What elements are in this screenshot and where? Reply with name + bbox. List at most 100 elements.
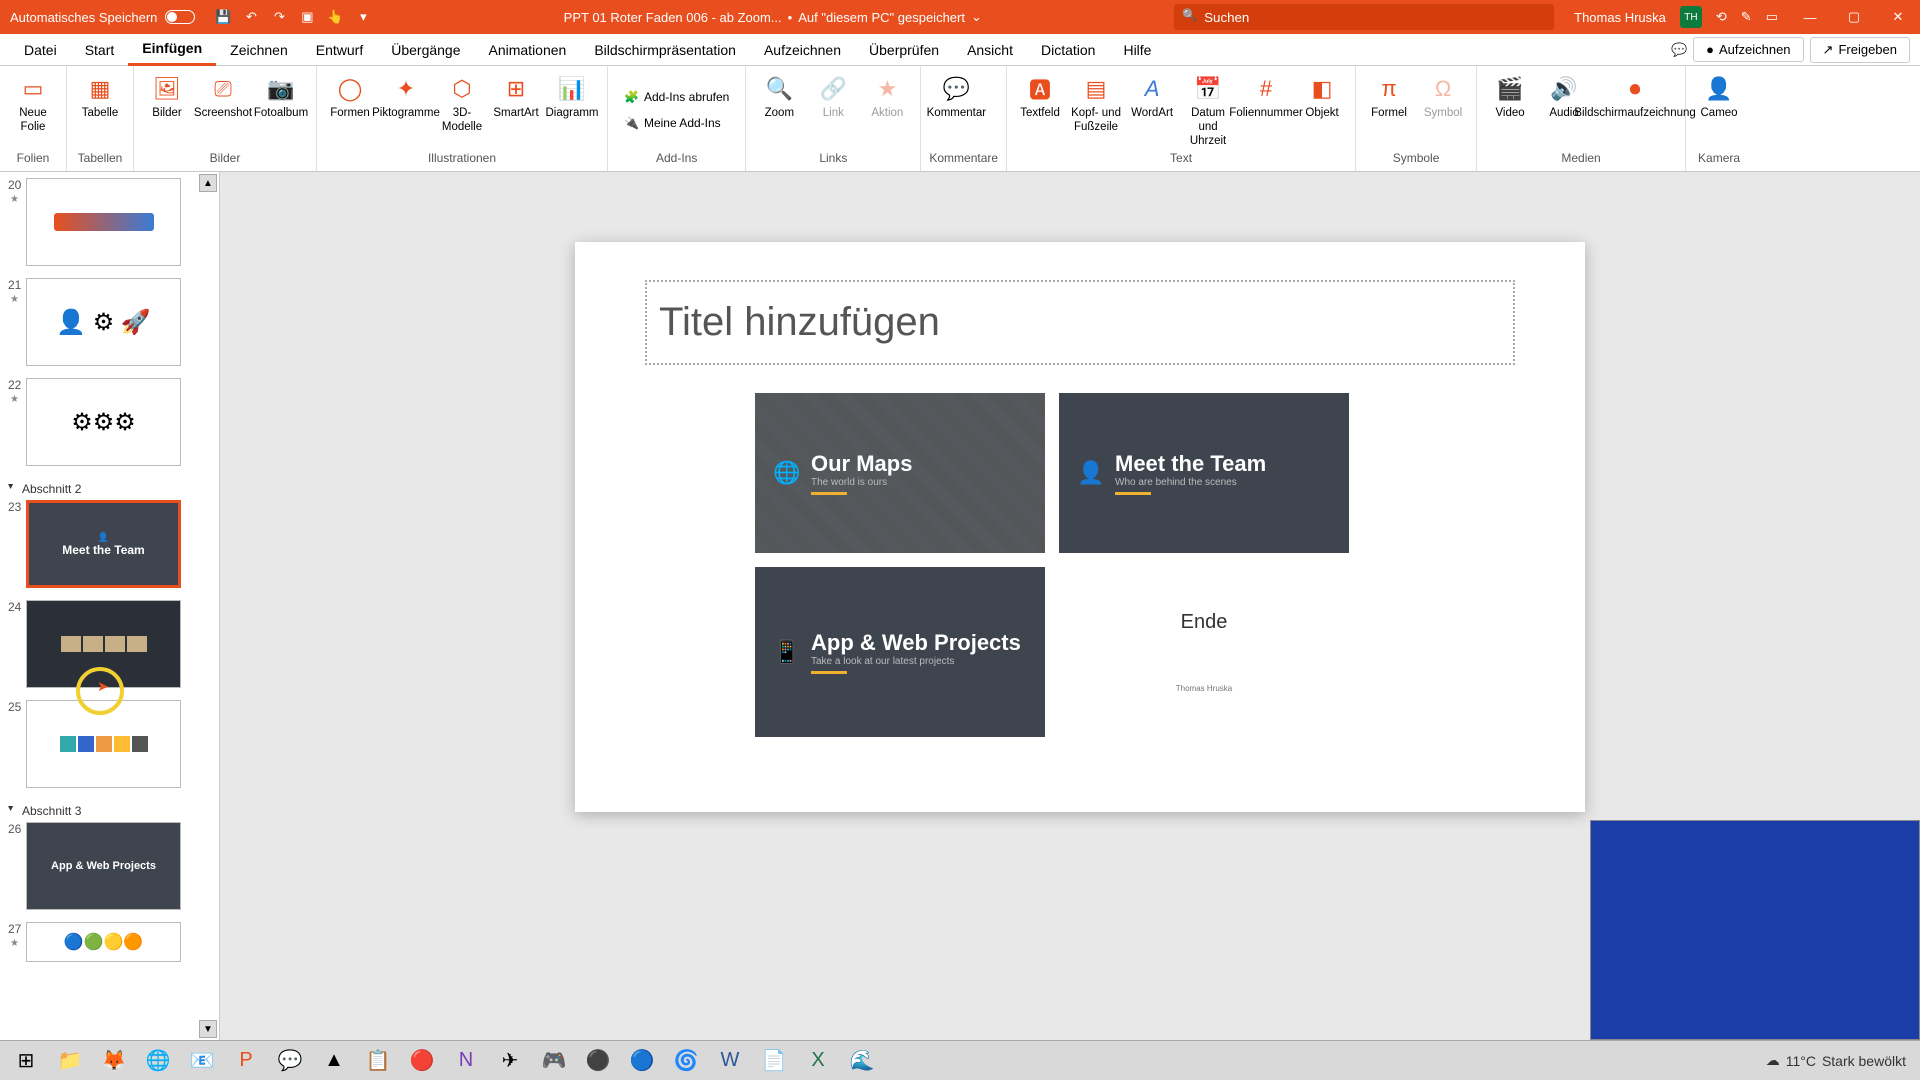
comments-icon[interactable]: 💬	[1671, 42, 1687, 58]
datetime-button[interactable]: 📅Datum und Uhrzeit	[1181, 70, 1235, 148]
video-button[interactable]: 🎬Video	[1485, 70, 1535, 121]
photoalbum-button[interactable]: 📷Fotoalbum	[254, 70, 308, 121]
card-our-maps[interactable]: 🌐 Our Maps The world is ours	[755, 393, 1045, 553]
screenshot-button[interactable]: ⎚Screenshot	[196, 70, 250, 121]
thumbnail-panel[interactable]: ▲ 20★ 21★ 👤 ⚙ 🚀 22★ ⚙⚙⚙ Abschnitt 2 23 👤…	[0, 172, 220, 1040]
slide-thumb-21[interactable]: 21★ 👤 ⚙ 🚀	[8, 278, 211, 366]
icons-button[interactable]: ✦Piktogramme	[379, 70, 433, 121]
tab-ueberpruefen[interactable]: Überprüfen	[855, 34, 953, 66]
record-button[interactable]: ● Aufzeichnen	[1693, 37, 1803, 62]
scroll-down-button[interactable]: ▼	[199, 1020, 217, 1038]
chart-button[interactable]: 📊Diagramm	[545, 70, 599, 121]
smartart-button[interactable]: ⊞SmartArt	[491, 70, 541, 121]
explorer-icon[interactable]: 📁	[50, 1043, 90, 1079]
app-icon-5[interactable]: 🔵	[622, 1043, 662, 1079]
tab-animationen[interactable]: Animationen	[475, 34, 581, 66]
present-from-start-icon[interactable]: ▣	[294, 4, 320, 30]
window-mode-icon[interactable]: ▭	[1766, 9, 1778, 25]
link-button[interactable]: 🔗Link	[808, 70, 858, 121]
telegram-icon[interactable]: ✈	[490, 1043, 530, 1079]
pictures-button[interactable]: 🖼Bilder	[142, 70, 192, 121]
tab-hilfe[interactable]: Hilfe	[1109, 34, 1165, 66]
tab-dictation[interactable]: Dictation	[1027, 34, 1109, 66]
undo-icon[interactable]: ↶	[238, 4, 264, 30]
qa-dropdown-icon[interactable]: ▾	[350, 4, 376, 30]
card-meet-team[interactable]: 👤 Meet the Team Who are behind the scene…	[1059, 393, 1349, 553]
obs-icon[interactable]: ⚫	[578, 1043, 618, 1079]
tab-zeichnen[interactable]: Zeichnen	[216, 34, 302, 66]
header-footer-button[interactable]: ▤Kopf- und Fußzeile	[1069, 70, 1123, 135]
save-icon[interactable]: 💾	[210, 4, 236, 30]
object-button[interactable]: ◧Objekt	[1297, 70, 1347, 121]
edge-icon[interactable]: 🌊	[842, 1043, 882, 1079]
onenote-icon[interactable]: N	[446, 1043, 486, 1079]
chrome-icon[interactable]: 🌐	[138, 1043, 178, 1079]
tab-ansicht[interactable]: Ansicht	[953, 34, 1027, 66]
card-ende[interactable]: Ende Thomas Hruska	[1059, 567, 1349, 737]
textbox-button[interactable]: 🅰Textfeld	[1015, 70, 1065, 121]
firefox-icon[interactable]: 🦊	[94, 1043, 134, 1079]
word-icon[interactable]: W	[710, 1043, 750, 1079]
close-button[interactable]: ✕	[1876, 0, 1920, 34]
slide-thumb-22[interactable]: 22★ ⚙⚙⚙	[8, 378, 211, 466]
slide-thumb-25[interactable]: 25	[8, 700, 211, 788]
person-icon: 👤	[1077, 460, 1104, 486]
zoom-button[interactable]: 🔍Zoom	[754, 70, 804, 121]
equation-button[interactable]: πFormel	[1364, 70, 1414, 121]
autosave-toggle[interactable]: Automatisches Speichern	[0, 10, 205, 25]
card-app-web[interactable]: 📱 App & Web Projects Take a look at our …	[755, 567, 1045, 737]
tab-start[interactable]: Start	[71, 34, 129, 66]
title-placeholder[interactable]: Titel hinzufügen	[645, 280, 1515, 365]
slide-thumb-23[interactable]: 23 👤Meet the Team	[8, 500, 211, 588]
search-input[interactable]	[1174, 4, 1554, 30]
wordart-button[interactable]: AWordArt	[1127, 70, 1177, 121]
app-icon-2[interactable]: 📋	[358, 1043, 398, 1079]
section-header-2[interactable]: Abschnitt 2	[8, 478, 211, 500]
tab-einfuegen[interactable]: Einfügen	[128, 34, 216, 66]
comment-button[interactable]: 💬Kommentar	[929, 70, 983, 121]
slide-thumb-26[interactable]: 26 App & Web Projects	[8, 822, 211, 910]
chevron-down-icon[interactable]: ⌄	[971, 9, 982, 25]
tab-bildschirmpraesentation[interactable]: Bildschirmpräsentation	[580, 34, 750, 66]
screenrec-button[interactable]: ⏺Bildschirmaufzeichnung	[1593, 70, 1677, 121]
powerpoint-icon[interactable]: P	[226, 1043, 266, 1079]
my-addins-button[interactable]: 🔌Meine Add-Ins	[616, 113, 729, 133]
user-badge[interactable]: TH	[1680, 6, 1702, 28]
outlook-icon[interactable]: 📧	[182, 1043, 222, 1079]
3d-models-button[interactable]: ⬡3D-Modelle	[437, 70, 487, 135]
weather-widget[interactable]: ☁ 11°C Stark bewölkt	[1766, 1052, 1914, 1069]
maximize-button[interactable]: ▢	[1832, 0, 1876, 34]
pen-icon[interactable]: ✎	[1741, 9, 1752, 25]
table-button[interactable]: ▦Tabelle	[75, 70, 125, 121]
symbol-button[interactable]: ΩSymbol	[1418, 70, 1468, 121]
share-button[interactable]: ↗ Freigeben	[1810, 37, 1910, 63]
action-button[interactable]: ★Aktion	[862, 70, 912, 121]
slide-thumb-24[interactable]: 24	[8, 600, 211, 688]
toggle-switch[interactable]	[165, 10, 195, 24]
tab-uebergaenge[interactable]: Übergänge	[377, 34, 474, 66]
get-addins-button[interactable]: 🧩Add-Ins abrufen	[616, 87, 737, 107]
tab-aufzeichnen[interactable]: Aufzeichnen	[750, 34, 855, 66]
app-icon-6[interactable]: 🌀	[666, 1043, 706, 1079]
app-icon-4[interactable]: 🎮	[534, 1043, 574, 1079]
excel-icon[interactable]: X	[798, 1043, 838, 1079]
redo-icon[interactable]: ↷	[266, 4, 292, 30]
sync-icon[interactable]: ⟲	[1716, 9, 1727, 25]
app-icon-7[interactable]: 📄	[754, 1043, 794, 1079]
slide-editor[interactable]: Titel hinzufügen 🌐 Our Maps The world is…	[575, 242, 1585, 812]
start-button[interactable]: ⊞	[6, 1043, 46, 1079]
vlc-icon[interactable]: ▲	[314, 1043, 354, 1079]
new-slide-button[interactable]: ▭Neue Folie	[8, 70, 58, 135]
slide-thumb-20[interactable]: 20★	[8, 178, 211, 266]
app-icon-3[interactable]: 🔴	[402, 1043, 442, 1079]
section-header-3[interactable]: Abschnitt 3	[8, 800, 211, 822]
tab-entwurf[interactable]: Entwurf	[302, 34, 377, 66]
minimize-button[interactable]: —	[1788, 0, 1832, 34]
app-icon-1[interactable]: 💬	[270, 1043, 310, 1079]
slidenumber-button[interactable]: #Foliennummer	[1239, 70, 1293, 121]
shapes-button[interactable]: ◯Formen	[325, 70, 375, 121]
tab-datei[interactable]: Datei	[10, 34, 71, 66]
slide-thumb-27[interactable]: 27★ 🔵🟢🟡🟠	[8, 922, 211, 962]
cameo-button[interactable]: 👤Cameo	[1694, 70, 1744, 121]
touch-mode-icon[interactable]: 👆	[322, 4, 348, 30]
